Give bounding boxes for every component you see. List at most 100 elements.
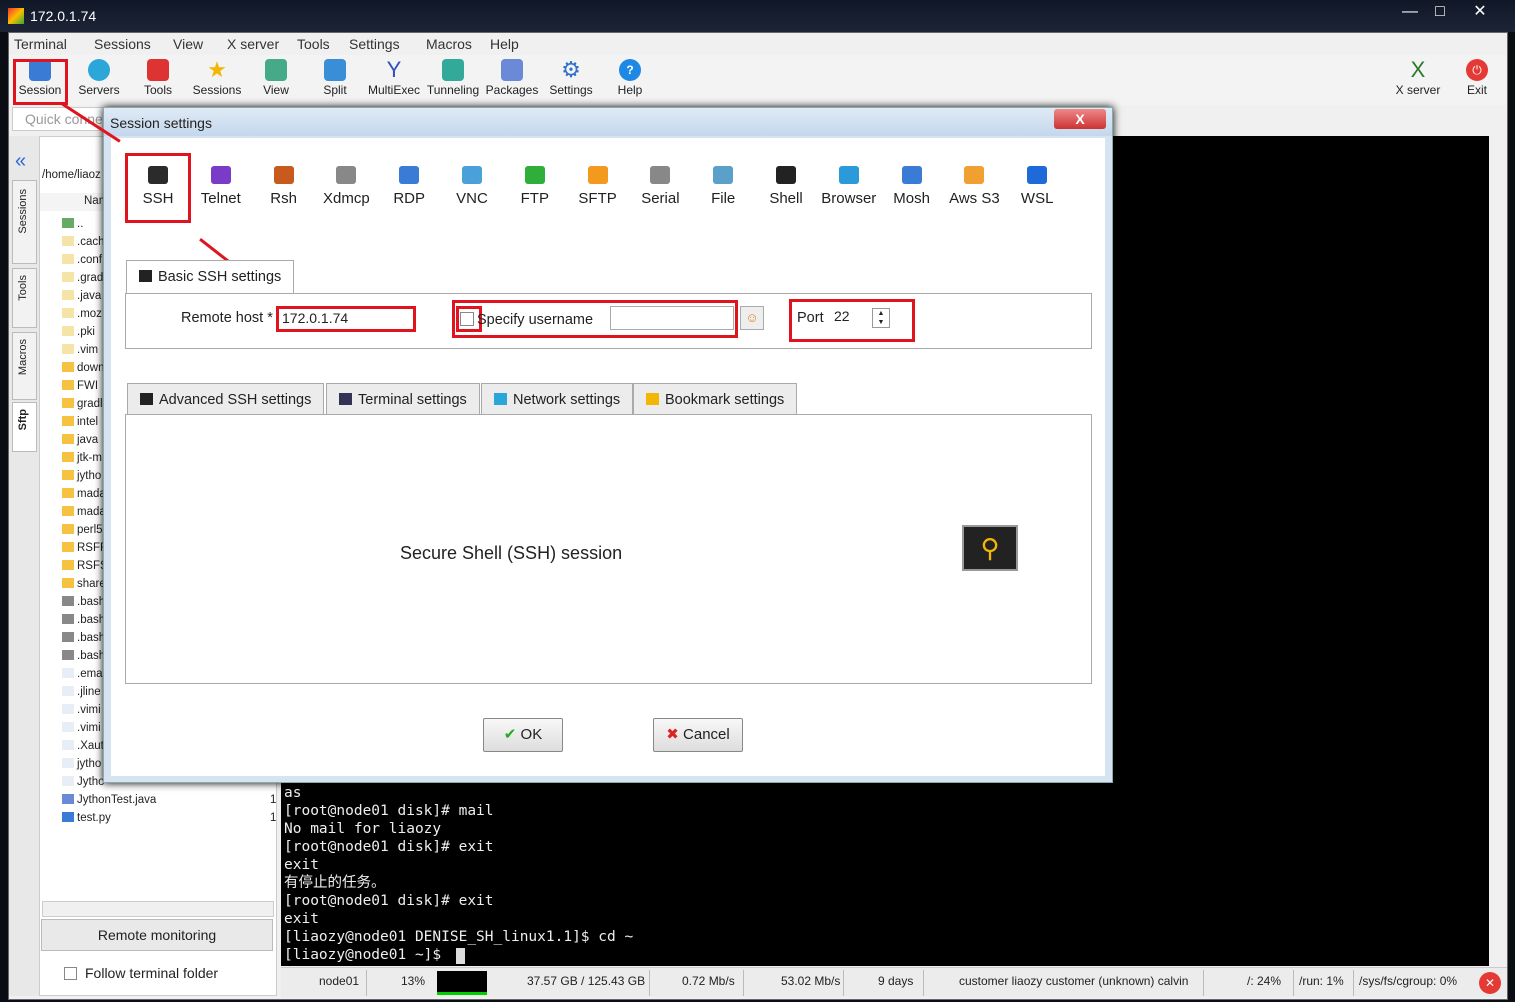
toolbar-exit-button[interactable]: ⏻ Exit [1449, 57, 1505, 103]
file-item[interactable]: .vimi [62, 719, 101, 737]
protocol-rdp[interactable]: RDP [378, 154, 440, 207]
file-item[interactable]: mada [62, 485, 106, 503]
remote-monitoring-button[interactable]: Remote monitoring [41, 919, 273, 951]
menu-tools[interactable]: Tools [297, 36, 330, 52]
side-tab-macros[interactable]: Macros [12, 332, 37, 400]
username-input[interactable] [610, 306, 734, 330]
file-item[interactable]: perl5 [62, 521, 103, 539]
menu-sessions[interactable]: Sessions [94, 36, 151, 52]
file-item[interactable]: .cach [62, 233, 105, 251]
file-name: .bash [77, 596, 106, 608]
file-item[interactable]: .ema [62, 665, 103, 683]
file-item[interactable]: java [62, 431, 98, 449]
toolbar-servers-button[interactable]: Servers [71, 57, 127, 103]
menu-terminal[interactable]: Terminal [14, 36, 67, 52]
file-name: jtk-m [77, 452, 102, 464]
tab-advanced-ssh-settings[interactable]: Advanced SSH settings [127, 383, 325, 415]
file-item[interactable]: .grad [62, 269, 103, 287]
file-item[interactable]: .vim [62, 341, 98, 359]
file-item[interactable]: FWI [62, 377, 98, 395]
file-item[interactable]: .conf [62, 251, 102, 269]
path-field[interactable]: /home/liaoz [42, 169, 101, 181]
menu-macros[interactable]: Macros [426, 36, 472, 52]
port-spinner[interactable]: ▲ ▼ [872, 308, 890, 328]
protocol-telnet[interactable]: Telnet [190, 154, 252, 207]
protocol-aws-s3[interactable]: Aws S3 [943, 154, 1005, 207]
tab-bookmark-settings[interactable]: Bookmark settings [633, 383, 798, 415]
file-item[interactable]: JythonTest.java 1 [62, 791, 276, 809]
toolbar-packages-button[interactable]: Packages [484, 57, 540, 103]
protocol-sftp[interactable]: SFTP [567, 154, 629, 207]
remote-host-input[interactable]: 172.0.1.74 [276, 306, 416, 332]
toolbar-multiexec-button[interactable]: Y MultiExec [366, 57, 422, 103]
toolbar-help-button[interactable]: ? Help [602, 57, 658, 103]
toolbar-tunneling-button[interactable]: Tunneling [425, 57, 481, 103]
file-item[interactable]: down [62, 359, 105, 377]
status-disk-cgroup: /sys/fs/cgroup: 0% [1359, 974, 1458, 988]
toolbar-tools-button[interactable]: Tools [130, 57, 186, 103]
toolbar-x-server-button[interactable]: XX server [1390, 57, 1446, 103]
tab-network-settings[interactable]: Network settings [481, 383, 634, 415]
file-item[interactable]: .moz [62, 305, 102, 323]
side-tab-tools[interactable]: Tools [12, 268, 37, 328]
file-item[interactable]: mada [62, 503, 106, 521]
minimize-button[interactable]: — [1396, 2, 1424, 22]
checkbox[interactable] [64, 967, 77, 980]
file-item[interactable]: share [62, 575, 106, 593]
menu-settings[interactable]: Settings [349, 36, 400, 52]
protocol-vnc[interactable]: VNC [441, 154, 503, 207]
protocol-xdmcp[interactable]: Xdmcp [315, 154, 377, 207]
file-item[interactable]: .Xaut [62, 737, 104, 755]
toolbar-sessions-button[interactable]: ★ Sessions [189, 57, 245, 103]
toolbar-split-button[interactable]: Split [307, 57, 363, 103]
ok-button[interactable]: ✔ OK [483, 718, 563, 752]
protocol-wsl[interactable]: WSL [1006, 154, 1068, 207]
protocol-mosh[interactable]: Mosh [881, 154, 943, 207]
file-item[interactable]: gradl [62, 395, 103, 413]
horizontal-scrollbar[interactable] [42, 901, 274, 917]
file-item[interactable]: .jline [62, 683, 101, 701]
tab-terminal-settings[interactable]: Terminal settings [326, 383, 480, 415]
cancel-button[interactable]: ✖ Cancel [653, 718, 743, 752]
protocol-file[interactable]: File [692, 154, 754, 207]
file-item[interactable]: .. [62, 215, 83, 233]
dialog-close-button[interactable]: X [1054, 109, 1106, 129]
file-item[interactable]: .bash [62, 629, 105, 647]
user-picker-button[interactable]: ☺ [740, 306, 764, 330]
file-item[interactable]: .vimi [62, 701, 101, 719]
close-status-icon[interactable]: ✕ [1479, 972, 1501, 994]
side-tab-sessions[interactable]: Sessions [12, 180, 37, 264]
terminal-scrollbar[interactable] [1489, 136, 1507, 966]
maximize-button[interactable]: □ [1426, 2, 1454, 22]
label: Remote monitoring [97, 927, 217, 943]
file-item[interactable]: jytho [62, 467, 101, 485]
file-item[interactable]: test.py 1 [62, 809, 276, 827]
file-item[interactable]: .bash [62, 611, 105, 629]
file-item[interactable]: RSFR [62, 539, 108, 557]
file-item[interactable]: .pki [62, 323, 95, 341]
file-item[interactable]: Jytho [62, 773, 105, 791]
menu-help[interactable]: Help [490, 36, 519, 52]
file-item[interactable]: .java [62, 287, 101, 305]
file-item[interactable]: .bash [62, 593, 105, 611]
follow-terminal-folder-checkbox[interactable]: Follow terminal folder [64, 965, 218, 981]
file-item[interactable]: RSFS [62, 557, 108, 575]
protocol-serial[interactable]: Serial [629, 154, 691, 207]
protocol-browser[interactable]: Browser [818, 154, 880, 207]
menu-view[interactable]: View [173, 36, 203, 52]
protocol-shell[interactable]: Shell [755, 154, 817, 207]
specify-username-checkbox[interactable] [460, 312, 474, 326]
side-tab-sftp[interactable]: Sftp [12, 402, 37, 452]
file-item[interactable]: .bash [62, 647, 105, 665]
file-item[interactable]: intel [62, 413, 98, 431]
toolbar-settings-button[interactable]: ⚙ Settings [543, 57, 599, 103]
menu-x-server[interactable]: X server [227, 36, 279, 52]
close-window-button[interactable]: ✕ [1466, 2, 1494, 22]
protocol-ftp[interactable]: FTP [504, 154, 566, 207]
protocol-rsh[interactable]: Rsh [253, 154, 315, 207]
collapse-icon[interactable]: « [15, 150, 26, 173]
file-item[interactable]: jytho [62, 755, 101, 773]
toolbar-view-button[interactable]: View [248, 57, 304, 103]
file-item[interactable]: jtk-m [62, 449, 102, 467]
tab-basic-ssh-settings[interactable]: Basic SSH settings [126, 260, 295, 294]
